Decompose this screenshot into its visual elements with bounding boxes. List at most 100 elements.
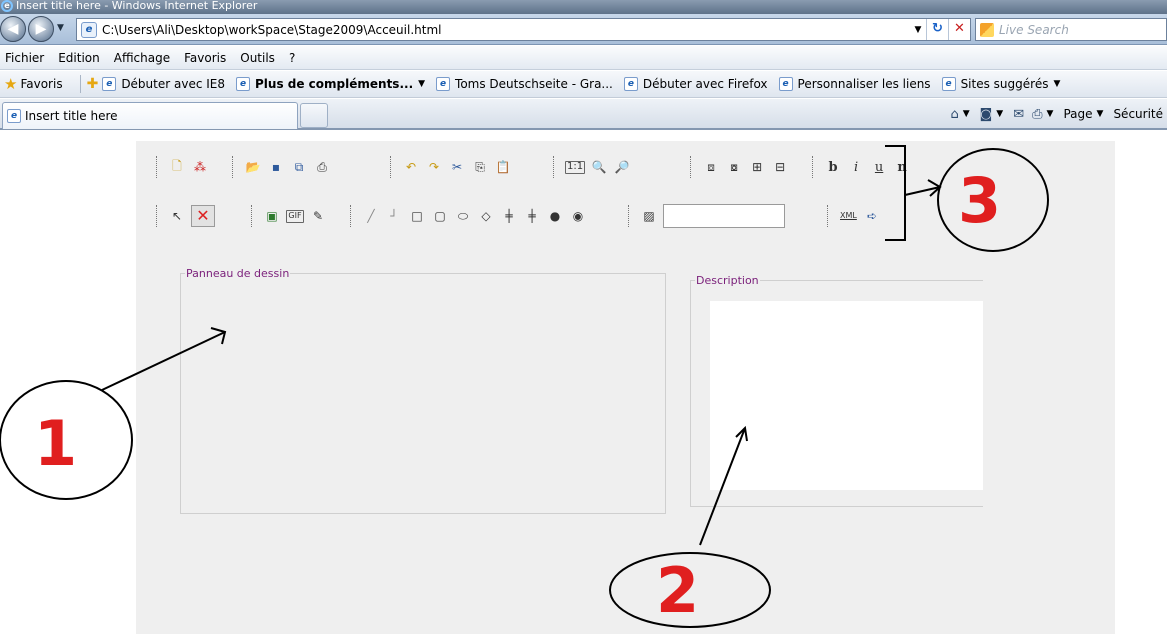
initial-state-icon[interactable]: ● [546,207,564,225]
shape-text-input[interactable] [663,204,785,228]
chevron-down-icon[interactable]: ▼ [1097,109,1104,119]
send-back-icon[interactable]: ⧇ [725,158,743,176]
delete-icon[interactable]: ✕ [191,205,215,227]
zoom-in-icon[interactable]: 🔍 [590,158,608,176]
cut-icon[interactable]: ✂ [448,158,466,176]
menu-fichier[interactable]: Fichier [5,51,44,65]
ie-page-icon: e [623,77,638,91]
command-bar: ⌂ ▼ ◙ ▼ ✉ ⎙ ▼ Page ▼ Sécurité [946,103,1167,125]
rss-feed-icon[interactable]: ◙ [980,107,993,122]
fav-link[interactable]: e Débuter avec IE8 [102,77,225,91]
italic-button[interactable]: i [847,158,865,176]
elbow-line-icon[interactable]: ┘ [385,207,403,225]
fav-link[interactable]: e Débuter avec Firefox [623,77,768,91]
fav-link[interactable]: e Sites suggérés ▼ [941,77,1060,91]
zoom-actual-icon[interactable]: 1:1 [565,160,586,174]
address-bar[interactable]: e C:\Users\Ali\Desktop\workSpace\Stage20… [76,18,971,41]
zoom-out-icon[interactable]: 🔎 [613,158,631,176]
refresh-icon[interactable]: ↻ [926,19,948,40]
undo-icon[interactable]: ↶ [402,158,420,176]
new-tab-button[interactable] [300,103,328,128]
ellipse-tool-icon[interactable]: ⬭ [454,207,472,225]
menu-favoris[interactable]: Favoris [184,51,226,65]
save-all-icon[interactable]: ⧉ [290,158,308,176]
export-arrow-icon[interactable]: ➪ [863,207,881,225]
home-icon[interactable]: ⌂ [950,107,958,122]
bring-front-icon[interactable]: ⧈ [702,158,720,176]
search-box[interactable]: Live Search [975,18,1167,41]
line-tool-icon[interactable]: ╱ [362,207,380,225]
xml-export-icon[interactable]: XML [839,210,858,223]
mail-icon[interactable]: ✉ [1013,107,1024,122]
chevron-down-icon[interactable]: ▼ [963,109,970,119]
copy-icon[interactable]: ⎘ [471,158,489,176]
toolbar-grip[interactable] [812,156,814,178]
page-icon: e [81,21,97,38]
drawing-panel[interactable]: Panneau de dessin [180,267,666,514]
menu-outils[interactable]: Outils [240,51,275,65]
stop-icon[interactable]: ✕ [948,19,970,40]
toolbar-grip[interactable] [251,205,253,227]
normal-text-button[interactable]: n [893,158,911,176]
annotation-circle-1 [0,380,133,500]
toolbar-grip[interactable] [156,156,158,178]
live-search-icon [980,22,994,37]
fav-link[interactable]: e Personnaliser les liens [778,77,931,91]
rounded-rect-tool-icon[interactable]: ▢ [431,207,449,225]
final-state-icon[interactable]: ◉ [569,207,587,225]
page-menu[interactable]: Page [1063,107,1092,121]
security-menu[interactable]: Sécurité [1113,107,1163,121]
forward-button[interactable]: ▶ [28,16,54,42]
toolbar-grip[interactable] [690,156,692,178]
new-file-icon[interactable]: 🗋 [168,158,186,176]
bold-button[interactable]: b [824,158,842,176]
toolbar-grip[interactable] [390,156,392,178]
print-icon[interactable]: ⎙ [1032,107,1042,122]
underline-button[interactable]: u [870,158,888,176]
fav-link-label: Débuter avec IE8 [121,77,225,91]
redo-icon[interactable]: ↷ [425,158,443,176]
chevron-down-icon[interactable]: ▼ [996,109,1003,119]
menu-edition[interactable]: Edition [58,51,100,65]
forward-arrow-icon: ▶ [35,21,47,37]
edit-icon[interactable]: ✎ [309,207,327,225]
add-favorite-icon[interactable]: ✚ [87,76,99,92]
ie-page-icon: e [236,77,250,91]
toolbar-grip[interactable] [156,205,158,227]
gif-export-icon[interactable]: GIF [286,209,304,223]
group-icon[interactable]: ⊞ [748,158,766,176]
favorites-button[interactable]: Favoris [20,77,62,91]
search-input[interactable]: Live Search [999,23,1069,37]
export-image-icon[interactable]: ▣ [263,207,281,225]
star-icon: ★ [4,75,18,93]
chevron-down-icon: ▼ [418,79,426,89]
menu-help[interactable]: ? [289,51,295,65]
back-button[interactable]: ◀ [0,16,26,42]
open-folder-icon[interactable]: 📂 [244,158,262,176]
fav-link[interactable]: e Plus de compléments... ▼ [236,77,425,91]
components-icon[interactable]: ⁂ [191,158,209,176]
address-dropdown-icon[interactable]: ▼ [910,25,926,35]
toolbar-grip[interactable] [350,205,352,227]
chevron-down-icon[interactable]: ▼ [1047,109,1054,119]
join-bar-icon[interactable]: ╪ [523,207,541,225]
toolbar-grip[interactable] [232,156,234,178]
toolbar-grip[interactable] [628,205,630,227]
save-icon[interactable]: ▪ [267,158,285,176]
toolbar-grip[interactable] [827,205,829,227]
rectangle-tool-icon[interactable]: □ [408,207,426,225]
toolbar-grip[interactable] [553,156,555,178]
recent-pages-dropdown[interactable]: ▼ [57,23,64,33]
fav-link[interactable]: e Toms Deutschseite - Gra... [436,77,613,91]
address-input[interactable]: C:\Users\Ali\Desktop\workSpace\Stage2009… [102,23,910,37]
print-icon[interactable]: ⎙ [313,158,331,176]
menu-affichage[interactable]: Affichage [114,51,170,65]
tab-active[interactable]: e Insert title here [2,102,298,129]
diamond-tool-icon[interactable]: ◇ [477,207,495,225]
fork-bar-icon[interactable]: ╪ [500,207,518,225]
shape-image-icon[interactable]: ▨ [640,207,658,225]
paste-icon[interactable]: 📋 [494,158,512,176]
description-textarea[interactable] [710,301,983,490]
ungroup-icon[interactable]: ⊟ [771,158,789,176]
select-pointer-icon[interactable]: ↖ [168,207,186,225]
